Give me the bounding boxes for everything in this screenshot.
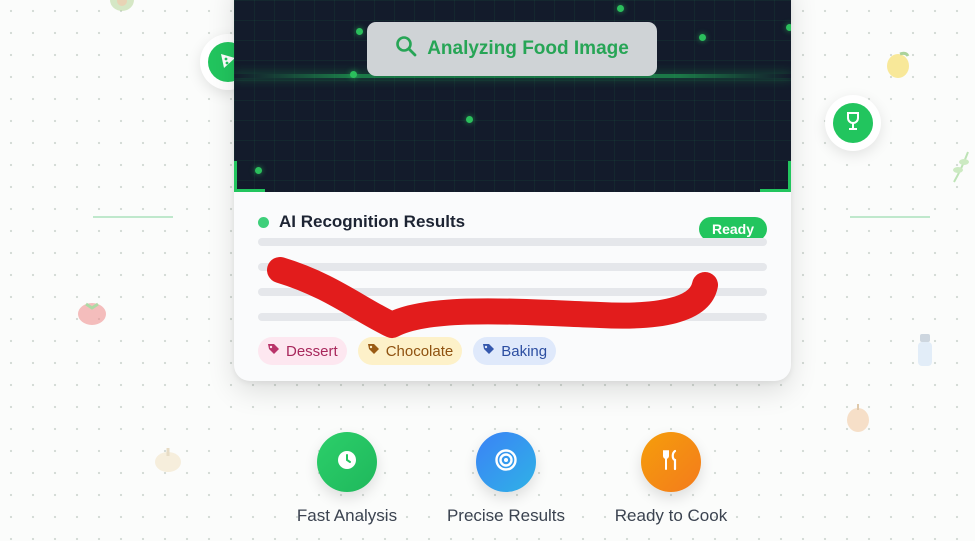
utensils-icon	[660, 449, 682, 476]
feature-ready-to-cook: Ready to Cook	[601, 432, 741, 526]
tag-chocolate[interactable]: Chocolate	[357, 337, 463, 365]
left-divider-line	[93, 216, 173, 218]
feature-icon-circle	[317, 432, 377, 492]
tag-label: Dessert	[286, 342, 338, 360]
tomato-deco-icon	[76, 296, 108, 333]
skeleton-line	[258, 263, 767, 271]
feature-label: Precise Results	[446, 506, 566, 525]
target-icon	[494, 448, 518, 477]
tag-icon	[482, 343, 495, 360]
scanner-viewport: Analyzing Food Image	[234, 0, 791, 192]
right-floating-badge	[825, 95, 881, 151]
skeleton-line	[258, 313, 767, 321]
avocado-deco-icon	[108, 0, 136, 19]
feature-precise-results: Precise Results	[436, 432, 576, 526]
tag-label: Chocolate	[385, 342, 454, 360]
lemon-deco-icon	[882, 50, 912, 85]
search-icon	[395, 35, 417, 63]
results-header: AI Recognition Results	[258, 212, 465, 232]
scan-particle	[617, 5, 624, 12]
feature-fast-analysis: Fast Analysis	[282, 432, 412, 526]
feature-label: Ready to Cook	[614, 506, 728, 525]
skeleton-line	[258, 288, 767, 296]
scan-particle	[699, 34, 706, 41]
clock-icon	[336, 449, 358, 476]
analyzing-status-pill: Analyzing Food Image	[367, 22, 657, 76]
scan-frame-corner	[234, 161, 265, 192]
analysis-card: Analyzing Food Image AI Recognition Resu…	[234, 0, 791, 381]
tag-list: Dessert Chocolate Baking	[258, 337, 557, 365]
tag-dessert[interactable]: Dessert	[258, 337, 347, 365]
scan-particle	[466, 116, 473, 123]
results-title: AI Recognition Results	[279, 212, 466, 231]
tag-icon	[267, 343, 280, 360]
feature-label: Fast Analysis	[296, 506, 398, 525]
tag-icon	[367, 343, 380, 360]
onion-deco-icon	[844, 402, 872, 439]
garlic-deco-icon	[152, 444, 184, 479]
right-divider-line	[850, 216, 930, 218]
scan-particle	[350, 71, 357, 78]
tag-baking[interactable]: Baking	[473, 337, 557, 365]
status-dot	[258, 216, 269, 228]
scan-particle	[786, 24, 791, 31]
scan-particle	[356, 28, 363, 35]
tag-label: Baking	[501, 342, 548, 360]
herb-deco-icon	[948, 150, 974, 189]
analyzing-status-text: Analyzing Food Image	[427, 38, 629, 59]
wine-glass-icon	[844, 111, 862, 136]
feature-icon-circle	[641, 432, 701, 492]
results-section: AI Recognition Results Ready Dessert Cho…	[234, 192, 791, 381]
scan-frame-corner	[760, 161, 791, 192]
skeleton-line	[258, 238, 767, 246]
feature-icon-circle	[476, 432, 536, 492]
salt-shaker-deco-icon	[914, 332, 936, 373]
